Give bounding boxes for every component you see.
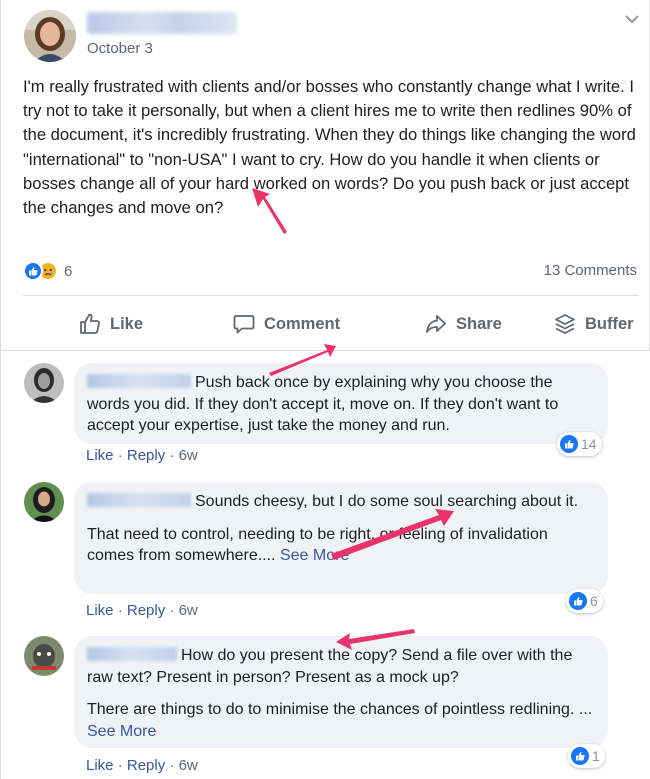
comment-reaction-badge[interactable]: 1 — [568, 744, 605, 768]
comments-section: Push back once by explaining why you cho… — [1, 351, 650, 779]
share-icon — [426, 315, 446, 333]
comment-bubble: Sounds cheesy, but I do some soul search… — [74, 482, 608, 594]
comment-reply-link[interactable]: Reply — [127, 602, 165, 619]
divider — [23, 295, 639, 296]
like-button-label: Like — [110, 314, 144, 333]
comment-reaction-count: 6 — [590, 593, 598, 609]
comment-button[interactable]: Comment — [232, 300, 340, 348]
comment-actions: Like · Reply · 6w — [86, 602, 198, 619]
commenter-name-blurred[interactable] — [87, 493, 191, 507]
author-name-blurred[interactable] — [87, 12, 237, 34]
commenter-avatar[interactable] — [24, 636, 64, 676]
like-reaction-icon — [571, 747, 589, 765]
share-button[interactable]: Share — [424, 300, 502, 348]
comment-like-link[interactable]: Like — [86, 447, 114, 464]
author-avatar[interactable] — [24, 10, 76, 62]
comment-time[interactable]: 6w — [179, 602, 198, 619]
like-reaction-icon — [23, 261, 43, 281]
post-body-text: I'm really frustrated with clients and/o… — [23, 77, 636, 218]
comment-reply-link[interactable]: Reply — [127, 447, 165, 464]
see-more-link[interactable]: See More — [280, 547, 349, 564]
thumbs-up-icon — [80, 313, 100, 334]
commenter-name-blurred[interactable] — [87, 374, 191, 388]
post-reactions[interactable]: 6 — [23, 261, 72, 281]
comment-time[interactable]: 6w — [179, 757, 198, 774]
comment-like-link[interactable]: Like — [86, 757, 114, 774]
comment-reaction-count: 14 — [581, 436, 597, 452]
like-reaction-icon — [560, 435, 578, 453]
post-action-bar: Like Comment Share Buffer — [1, 300, 650, 348]
comment-bubble: Push back once by explaining why you cho… — [74, 363, 608, 444]
comment-actions: Like · Reply · 6w — [86, 757, 198, 774]
buffer-button[interactable]: Buffer — [553, 300, 634, 348]
facebook-post: October 3 I'm really frustrated with cli… — [0, 0, 650, 779]
comment-actions: Like · Reply · 6w — [86, 447, 198, 464]
comment-reply-link[interactable]: Reply — [127, 757, 165, 774]
like-button[interactable]: Like — [78, 300, 143, 348]
buffer-icon — [555, 314, 575, 334]
post-date[interactable]: October 3 — [87, 40, 153, 57]
comment-time[interactable]: 6w — [179, 447, 198, 464]
reaction-count: 6 — [64, 262, 73, 280]
commenter-avatar[interactable] — [24, 363, 64, 403]
comment-button-label: Comment — [264, 314, 341, 333]
commenter-name-blurred[interactable] — [87, 647, 177, 661]
comment-text-continued: There are things to do to minimise the c… — [87, 701, 593, 718]
comment-icon — [233, 315, 255, 334]
chevron-down-icon[interactable] — [624, 12, 640, 24]
comments-count-link[interactable]: 13 Comments — [544, 262, 637, 279]
comment-reaction-badge[interactable]: 6 — [566, 589, 603, 613]
comment-reaction-badge[interactable]: 14 — [557, 432, 602, 456]
share-button-label: Share — [456, 314, 502, 333]
comment-like-link[interactable]: Like — [86, 602, 114, 619]
buffer-button-label: Buffer — [585, 314, 634, 333]
comment-text: Sounds cheesy, but I do some soul search… — [195, 493, 579, 510]
like-reaction-icon — [569, 592, 587, 610]
commenter-avatar[interactable] — [24, 482, 64, 522]
see-more-link[interactable]: See More — [87, 723, 156, 740]
comment-reaction-count: 1 — [592, 748, 600, 764]
comment-bubble: How do you present the copy? Send a file… — [74, 636, 608, 748]
